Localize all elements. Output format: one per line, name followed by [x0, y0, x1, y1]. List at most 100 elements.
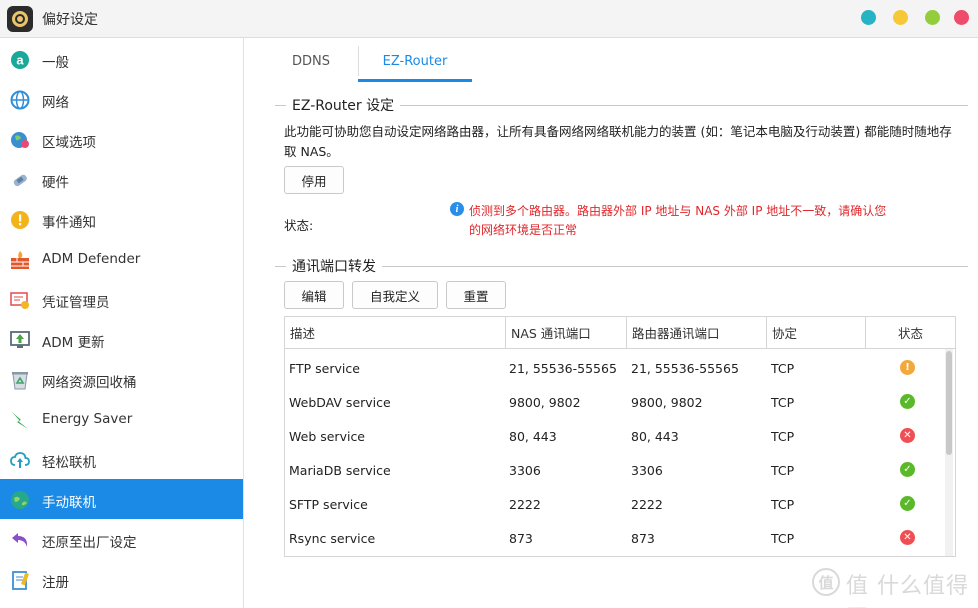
status-error-icon: ✕ — [900, 428, 915, 443]
register-icon — [9, 569, 30, 590]
column-header-nas-port[interactable]: NAS 通讯端口 — [506, 317, 627, 349]
sidebar-item-energy-saver[interactable]: Energy Saver — [0, 399, 243, 439]
info-icon: i — [450, 202, 464, 216]
sidebar-item-label: 一般 — [42, 55, 69, 71]
table-row[interactable]: FTP service 21, 55536-55565 21, 55536-55… — [285, 351, 945, 385]
general-a-icon: a — [9, 49, 30, 70]
sidebar-item-region[interactable]: 区域选项 — [0, 119, 243, 159]
svg-text:a: a — [16, 52, 24, 67]
sidebar-item-label: ADM 更新 — [42, 335, 105, 351]
sidebar-item-notifications[interactable]: 事件通知 — [0, 199, 243, 239]
table-row[interactable]: WebDAV service 9800, 9802 9800, 9802 TCP… — [285, 385, 945, 419]
window-title: 偏好设定 — [42, 12, 98, 28]
window-minimize-button[interactable] — [893, 10, 908, 25]
sidebar-item-label: 区域选项 — [42, 135, 96, 151]
sidebar-item-label: ADM Defender — [42, 251, 141, 267]
sidebar-item-label: 手动联机 — [42, 495, 96, 511]
cell-protocol: TCP — [771, 497, 795, 512]
certificate-icon — [9, 289, 30, 310]
sidebar-item-label: 注册 — [42, 575, 69, 591]
sidebar-item-label: Energy Saver — [42, 411, 133, 427]
status-ok-icon: ✓ — [900, 462, 915, 477]
title-bar: 偏好设定 — [0, 0, 978, 38]
table-row[interactable]: SFTP service 2222 2222 TCP ✓ — [285, 487, 945, 521]
disable-button[interactable]: 停用 — [284, 166, 344, 194]
sidebar-item-register[interactable]: 注册 — [0, 559, 243, 599]
sidebar-item-label: 还原至出厂设定 — [42, 535, 137, 551]
hardware-icon — [9, 169, 30, 190]
sidebar-item-factory-reset[interactable]: 还原至出厂设定 — [0, 519, 243, 559]
cell-description: FTP service — [289, 361, 360, 376]
recycle-bin-icon — [9, 369, 30, 390]
ez-router-section-title: EZ-Router 设定 — [286, 95, 401, 115]
sidebar-item-adm-defender[interactable]: ADM Defender — [0, 239, 243, 279]
cell-router-port: 873 — [631, 531, 655, 546]
sidebar-item-hardware[interactable]: 硬件 — [0, 159, 243, 199]
window-close-button[interactable] — [954, 10, 969, 25]
window-maximize-button[interactable] — [925, 10, 940, 25]
cell-protocol: TCP — [771, 429, 795, 444]
firewall-icon — [9, 249, 30, 270]
sidebar-item-label: 硬件 — [42, 175, 69, 191]
sidebar-item-network[interactable]: 网络 — [0, 79, 243, 119]
sidebar-item-manual-connect[interactable]: 手动联机 — [0, 479, 243, 519]
watermark-logo-icon: 值 — [812, 568, 840, 596]
globe-icon — [9, 89, 30, 110]
sidebar-item-label: 凭证管理员 — [42, 295, 110, 311]
port-forwarding-table: 描述 NAS 通讯端口 路由器通讯端口 协定 状态 FTP service 21… — [284, 316, 956, 557]
sidebar-item-label: 事件通知 — [42, 215, 96, 231]
table-row[interactable]: Rsync service 873 873 TCP ✕ — [285, 521, 945, 555]
manual-connect-icon — [9, 489, 30, 510]
cell-description: MariaDB service — [289, 463, 391, 478]
cell-router-port: 9800, 9802 — [631, 395, 703, 410]
tab-ddns[interactable]: DDNS — [265, 38, 357, 84]
sidebar-item-certificate[interactable]: 凭证管理员 — [0, 279, 243, 319]
ez-router-description: 此功能可协助您自动设定网络路由器，让所有具备网络网络联机能力的装置 (如：笔记本… — [284, 124, 952, 159]
sidebar-item-label: 网络 — [42, 95, 69, 111]
sidebar-item-general[interactable]: a 一般 — [0, 39, 243, 79]
scrollbar-thumb[interactable] — [946, 351, 952, 455]
cell-description: Web service — [289, 429, 366, 444]
cell-router-port: 3306 — [631, 463, 663, 478]
main-content: DDNS EZ-Router EZ-Router 设定 此功能可协助您自动设定网… — [245, 38, 978, 608]
window-help-button[interactable] — [861, 10, 876, 25]
table-row[interactable]: MariaDB service 3306 3306 TCP ✓ — [285, 453, 945, 487]
cell-nas-port: 3306 — [509, 463, 541, 478]
status-warning-message: 侦测到多个路由器。路由器外部 IP 地址与 NAS 外部 IP 地址不一致，请确… — [469, 204, 887, 237]
cell-router-port: 2222 — [631, 497, 663, 512]
reset-button[interactable]: 重置 — [446, 281, 506, 309]
cell-protocol: TCP — [771, 395, 795, 410]
restore-icon — [9, 529, 30, 550]
cell-description: Rsync service — [289, 531, 376, 546]
cell-protocol: TCP — [771, 531, 795, 546]
cell-protocol: TCP — [771, 463, 795, 478]
column-header-protocol[interactable]: 协定 — [767, 317, 866, 349]
active-tab-indicator — [358, 79, 472, 82]
cell-nas-port: 21, 55536-55565 — [509, 361, 617, 376]
cell-protocol: TCP — [771, 361, 795, 376]
tab-ez-router[interactable]: EZ-Router — [358, 38, 472, 84]
sidebar-item-label: 网络资源回收桶 — [42, 375, 137, 391]
status-error-icon: ✕ — [900, 530, 915, 545]
table-row[interactable]: Web service 80, 443 80, 443 TCP ✕ — [285, 419, 945, 453]
cell-description: WebDAV service — [289, 395, 391, 410]
sidebar-item-recycle-bin[interactable]: 网络资源回收桶 — [0, 359, 243, 399]
sidebar-item-ez-connect[interactable]: 轻松联机 — [0, 439, 243, 479]
sidebar-item-adm-update[interactable]: ADM 更新 — [0, 319, 243, 359]
sidebar-item-label: 轻松联机 — [42, 455, 96, 471]
status-ok-icon: ✓ — [900, 496, 915, 511]
column-header-status[interactable]: 状态 — [866, 317, 955, 349]
cell-router-port: 80, 443 — [631, 429, 679, 444]
edit-button[interactable]: 编辑 — [284, 281, 344, 309]
cloud-upload-icon — [9, 449, 30, 470]
column-header-router-port[interactable]: 路由器通讯端口 — [627, 317, 767, 349]
cell-description: SFTP service — [289, 497, 368, 512]
cell-nas-port: 2222 — [509, 497, 541, 512]
port-forwarding-section-title: 通讯端口转发 — [286, 256, 382, 276]
sidebar: a 一般 网络 区域选项 硬件 事件通知 ADM Defender 凭证管理员 … — [0, 38, 244, 608]
custom-button[interactable]: 自我定义 — [352, 281, 438, 309]
column-header-description[interactable]: 描述 — [285, 317, 506, 349]
update-icon — [9, 329, 30, 350]
alert-icon — [9, 209, 30, 230]
cell-router-port: 21, 55536-55565 — [631, 361, 739, 376]
